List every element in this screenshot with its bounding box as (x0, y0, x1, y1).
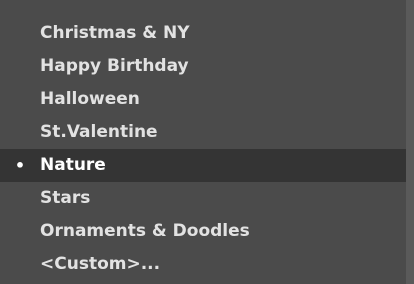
menu-item-label: Christmas & NY (40, 23, 190, 43)
menu-border (406, 0, 414, 284)
menu-item-happy-birthday[interactable]: Happy Birthday (0, 50, 406, 83)
selected-bullet-icon: • (14, 156, 26, 175)
menu-item-halloween[interactable]: Halloween (0, 83, 406, 116)
menu-item-label: Ornaments & Doodles (40, 221, 250, 241)
menu-item-nature[interactable]: • Nature (0, 149, 406, 182)
category-menu: Christmas & NY Happy Birthday Halloween … (0, 0, 406, 284)
menu-item-christmas-ny[interactable]: Christmas & NY (0, 17, 406, 50)
menu-item-stars[interactable]: Stars (0, 182, 406, 215)
menu-item-label: Happy Birthday (40, 56, 189, 76)
menu-item-label: <Custom>... (40, 254, 161, 274)
menu-item-custom[interactable]: <Custom>... (0, 248, 406, 281)
menu-item-label: Halloween (40, 89, 140, 109)
menu-item-label: Stars (40, 188, 91, 208)
menu-item-st-valentine[interactable]: St.Valentine (0, 116, 406, 149)
menu-item-label: St.Valentine (40, 122, 158, 142)
menu-item-ornaments-doodles[interactable]: Ornaments & Doodles (0, 215, 406, 248)
menu-item-label: Nature (40, 155, 106, 175)
